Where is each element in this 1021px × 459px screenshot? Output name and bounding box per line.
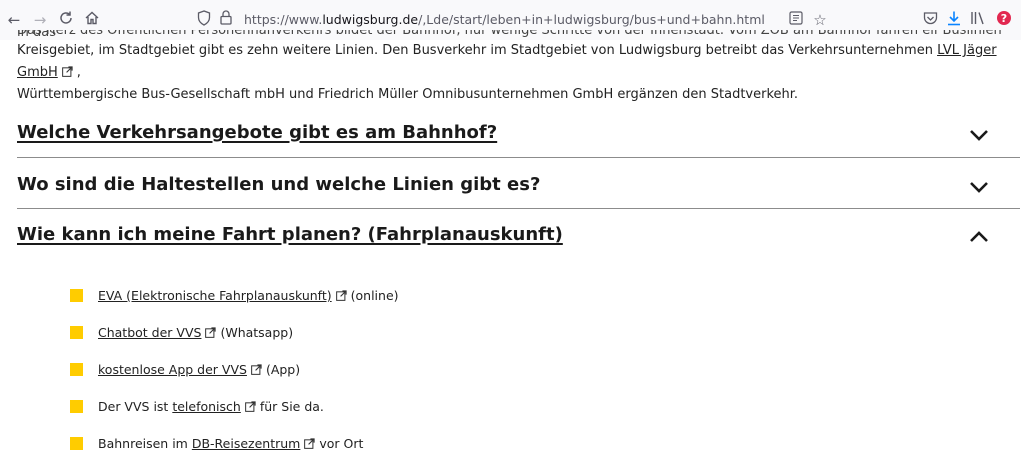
accordion-title[interactable]: Wo sind die Haltestellen und welche Lini… [17,174,1020,195]
download-icon[interactable] [944,10,964,30]
accordion-item-fahrplanauskunft[interactable]: Wie kann ich meine Fahrt planen? (Fahrpl… [17,224,1020,245]
accordion-title[interactable]: Welche Verkehrsangebote gibt es am Bahnh… [17,122,1020,143]
item-suffix: (App) [265,362,301,377]
forward-icon[interactable]: → [30,10,50,30]
chevron-down-icon[interactable] [968,176,990,198]
chevron-up-icon[interactable] [968,226,990,248]
accordion-title[interactable]: Wie kann ich meine Fahrt planen? (Fahrpl… [17,224,1020,245]
home-icon[interactable] [82,10,102,30]
url-text[interactable]: https://www.ludwigsburg.de/,Lde/start/le… [244,12,765,27]
item-suffix: vor Ort [319,436,364,451]
external-link-icon [335,290,347,301]
item-suffix: (Whatsapp) [220,325,294,340]
item-prefix: Der VVS ist [98,399,173,414]
bullet-square [70,437,83,450]
library-icon[interactable] [968,10,988,30]
back-icon[interactable]: ← [4,10,24,30]
url-domain: ludwigsburg.de [322,12,419,27]
divider [17,208,1020,209]
lock-icon[interactable] [216,10,236,30]
intro-line-2-end: , [76,65,81,80]
external-link-icon [251,364,262,375]
bullet-square [70,363,83,376]
pocket-icon[interactable] [920,10,940,30]
accordion-item-haltestellen[interactable]: Wo sind die Haltestellen und welche Lini… [17,174,1020,209]
shield-icon[interactable] [194,10,214,30]
external-link-icon [304,438,315,449]
reload-icon[interactable] [56,10,76,30]
svg-text:?: ? [1001,12,1007,25]
intro-cut-line: Das Herz des Öffentlichen Personennahver… [17,30,1002,40]
bookmark-star-icon[interactable]: ☆ [810,10,830,30]
url-prefix: https://www. [244,12,323,27]
item-suffix: (online) [350,288,399,303]
vvs-app-link[interactable]: kostenlose App der VVS [98,362,247,377]
external-link-icon [205,327,217,338]
intro-paragraph: Das Herz des Öffentlichen Personennahver… [17,30,1017,106]
intro-line-3: Württembergische Bus-Gesellschaft mbH un… [17,87,799,102]
item-suffix: für Sie da. [259,399,324,414]
external-link-icon [61,66,73,77]
eva-link[interactable]: EVA (Elektronische Fahrplanauskunft) [98,288,332,303]
item-prefix: Bahnreisen im [98,436,192,451]
bullet-square [70,400,83,413]
telefonisch-link[interactable]: telefonisch [172,399,241,414]
page-content: Das Herz des Öffentlichen Personennahver… [0,30,1021,459]
url-path: /,Lde/start/leben+in+ludwigsburg/bus+und… [418,12,765,27]
external-link-icon [244,401,256,412]
accordion-item-bahnhof[interactable]: Welche Verkehrsangebote gibt es am Bahnh… [17,122,1020,158]
extension-icon[interactable]: ? [994,10,1014,30]
chevron-down-icon[interactable] [968,124,990,146]
bullet-square [70,326,83,339]
db-reisezentrum-link[interactable]: DB-Reisezentrum [192,436,301,451]
chatbot-link[interactable]: Chatbot der VVS [98,325,201,340]
reader-view-icon[interactable] [786,10,806,30]
bullet-square [70,289,83,302]
intro-line-2: Kreisgebiet, im Stadtgebiet gibt es zehn… [17,40,1017,84]
intro-line-2-text: Kreisgebiet, im Stadtgebiet gibt es zehn… [17,43,938,58]
divider [17,157,1020,158]
